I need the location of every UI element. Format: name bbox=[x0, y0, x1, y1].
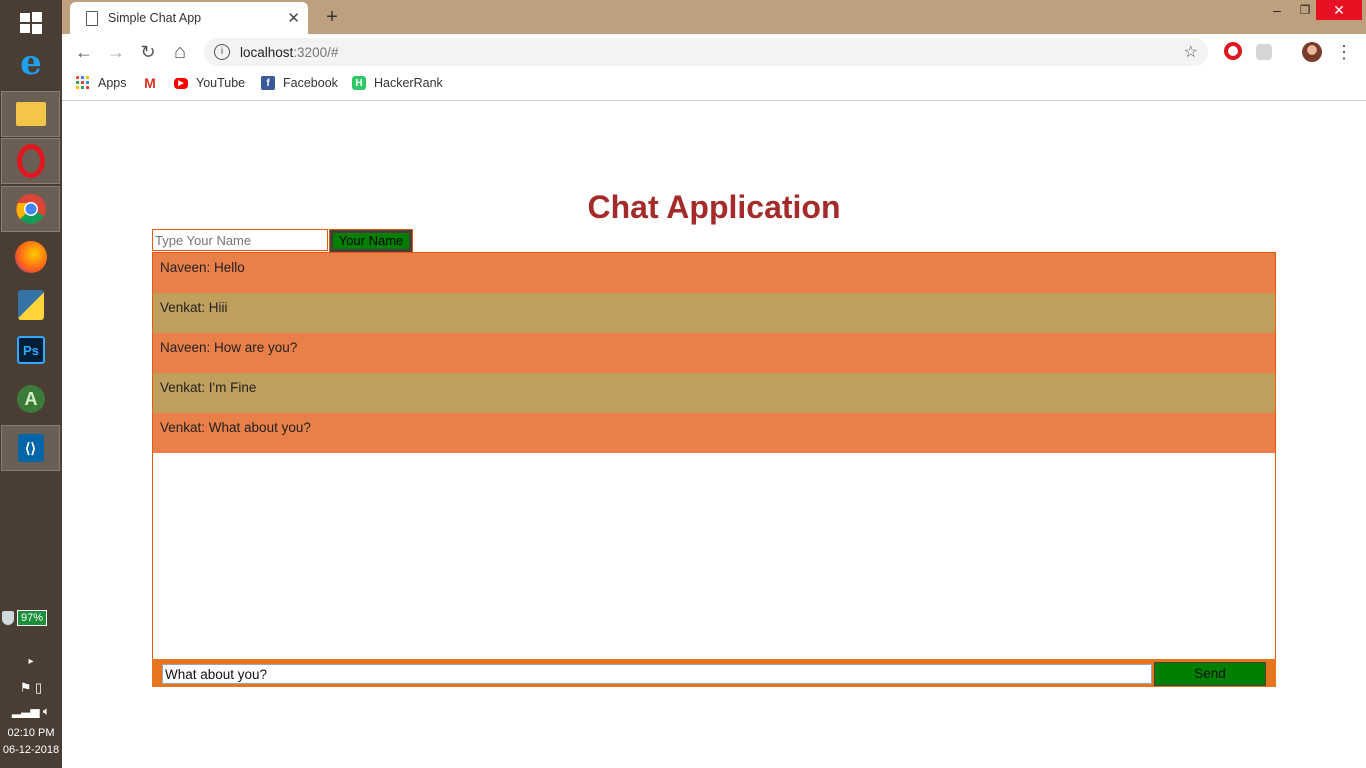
taskbar-opera[interactable] bbox=[1, 138, 60, 184]
battery-indicator[interactable]: 97% bbox=[2, 608, 58, 628]
url-host: localhost bbox=[240, 44, 294, 60]
file-explorer-icon bbox=[15, 102, 46, 126]
windows-start-icon bbox=[20, 12, 42, 34]
taskbar-firefox[interactable] bbox=[0, 234, 62, 280]
profile-avatar[interactable] bbox=[1302, 42, 1322, 62]
windows-taskbar: e Ps A ⟨⟩ 97% ▸ ⚑ ▯ ▂▃▅ 🔈︎ 02:10 PM 06-1 bbox=[0, 0, 62, 768]
taskbar-chrome[interactable] bbox=[1, 186, 60, 232]
clock-time[interactable]: 02:10 PM bbox=[0, 727, 62, 739]
send-button[interactable]: Send bbox=[1154, 662, 1266, 686]
apps-grid-icon bbox=[76, 76, 89, 89]
tray-expand-icon[interactable]: ▸ bbox=[0, 656, 62, 667]
message-composer: Send bbox=[152, 659, 1276, 687]
bookmark-facebook[interactable]: f Facebook bbox=[261, 76, 338, 90]
battery-percentage: 97% bbox=[17, 610, 48, 626]
chrome-icon bbox=[15, 194, 46, 224]
tray-network-volume-icons[interactable]: ▂▃▅ 🔈︎ bbox=[0, 704, 62, 719]
youtube-icon: ▶ bbox=[174, 77, 188, 89]
taskbar-file-explorer[interactable] bbox=[1, 91, 60, 137]
vscode-icon: ⟨⟩ bbox=[17, 434, 44, 462]
tab-close-icon[interactable]: ✕ bbox=[287, 9, 300, 27]
chrome-menu-icon[interactable]: ⋮ bbox=[1332, 40, 1356, 64]
internet-explorer-icon: e bbox=[20, 43, 42, 83]
your-name-button[interactable]: Your Name bbox=[329, 229, 413, 253]
opera-extension-icon[interactable] bbox=[1224, 42, 1242, 60]
bookmark-apps[interactable]: Apps bbox=[76, 76, 127, 90]
extension-cube-icon[interactable] bbox=[1256, 44, 1272, 60]
taskbar-android-studio[interactable]: A bbox=[0, 376, 62, 422]
clock-date[interactable]: 06-12-2018 bbox=[0, 744, 62, 756]
message-item: Venkat: What about you? bbox=[153, 413, 1275, 453]
bookmarks-bar: Apps M ▶ YouTube f Facebook H HackerRank bbox=[62, 70, 1366, 101]
browser-tab[interactable]: Simple Chat App ✕ bbox=[70, 2, 308, 34]
url-text[interactable]: localhost:3200/# bbox=[240, 45, 338, 60]
site-info-icon[interactable]: i bbox=[214, 44, 230, 60]
your-name-button-label: Your Name bbox=[333, 233, 409, 249]
gmail-icon: M bbox=[142, 75, 158, 91]
bookmark-youtube[interactable]: ▶ YouTube bbox=[174, 76, 245, 90]
message-item: Venkat: I'm Fine bbox=[153, 373, 1275, 413]
photoshop-icon: Ps bbox=[17, 336, 45, 364]
page-title: Chat Application bbox=[587, 189, 841, 225]
close-window-button[interactable]: ✕ bbox=[1316, 0, 1362, 20]
new-tab-button[interactable]: + bbox=[320, 6, 344, 29]
messages-panel: Naveen: Hello Venkat: Hiii Naveen: How a… bbox=[152, 252, 1276, 660]
tab-title: Simple Chat App bbox=[108, 11, 202, 25]
message-input[interactable] bbox=[162, 664, 1152, 684]
bookmark-label: HackerRank bbox=[374, 76, 443, 90]
taskbar-python[interactable] bbox=[0, 282, 62, 328]
android-studio-icon: A bbox=[17, 385, 45, 413]
url-path: :3200/# bbox=[293, 44, 339, 60]
bookmark-gmail[interactable]: M bbox=[142, 75, 166, 91]
tray-flag-and-power-icons[interactable]: ⚑ ▯ bbox=[0, 680, 62, 696]
hackerrank-icon: H bbox=[352, 76, 366, 90]
bookmark-star-icon[interactable]: ☆ bbox=[1184, 42, 1198, 62]
message-item: Venkat: Hiii bbox=[153, 293, 1275, 333]
taskbar-internet-explorer[interactable]: e bbox=[0, 40, 62, 86]
bookmark-label: Apps bbox=[98, 76, 127, 90]
facebook-icon: f bbox=[261, 76, 275, 90]
message-item: Naveen: Hello bbox=[153, 253, 1275, 293]
name-input[interactable] bbox=[152, 229, 328, 251]
page-viewport: Chat Application Your Name Naveen: Hello… bbox=[62, 101, 1366, 768]
reload-button[interactable]: ↻ bbox=[136, 40, 160, 64]
address-bar[interactable]: i localhost:3200/# ☆ bbox=[204, 38, 1208, 66]
defender-shield-icon bbox=[2, 611, 14, 625]
message-item: Naveen: How are you? bbox=[153, 333, 1275, 373]
python-icon bbox=[18, 290, 44, 320]
opera-icon bbox=[16, 144, 45, 178]
page-icon bbox=[86, 10, 98, 26]
taskbar-vscode[interactable]: ⟨⟩ bbox=[1, 425, 60, 471]
bookmark-hackerrank[interactable]: H HackerRank bbox=[352, 76, 443, 90]
taskbar-photoshop[interactable]: Ps bbox=[0, 327, 62, 373]
home-button[interactable]: ⌂ bbox=[168, 40, 192, 64]
firefox-icon bbox=[15, 241, 47, 273]
bookmark-label: Facebook bbox=[283, 76, 338, 90]
browser-tabstrip: Simple Chat App ✕ + – ❐ ✕ bbox=[62, 0, 1366, 34]
back-button[interactable]: ← bbox=[72, 40, 96, 64]
forward-button[interactable]: → bbox=[104, 40, 128, 64]
bookmark-label: YouTube bbox=[196, 76, 246, 90]
browser-toolbar: ← → ↻ ⌂ i localhost:3200/# ☆ ⋮ bbox=[62, 34, 1366, 70]
